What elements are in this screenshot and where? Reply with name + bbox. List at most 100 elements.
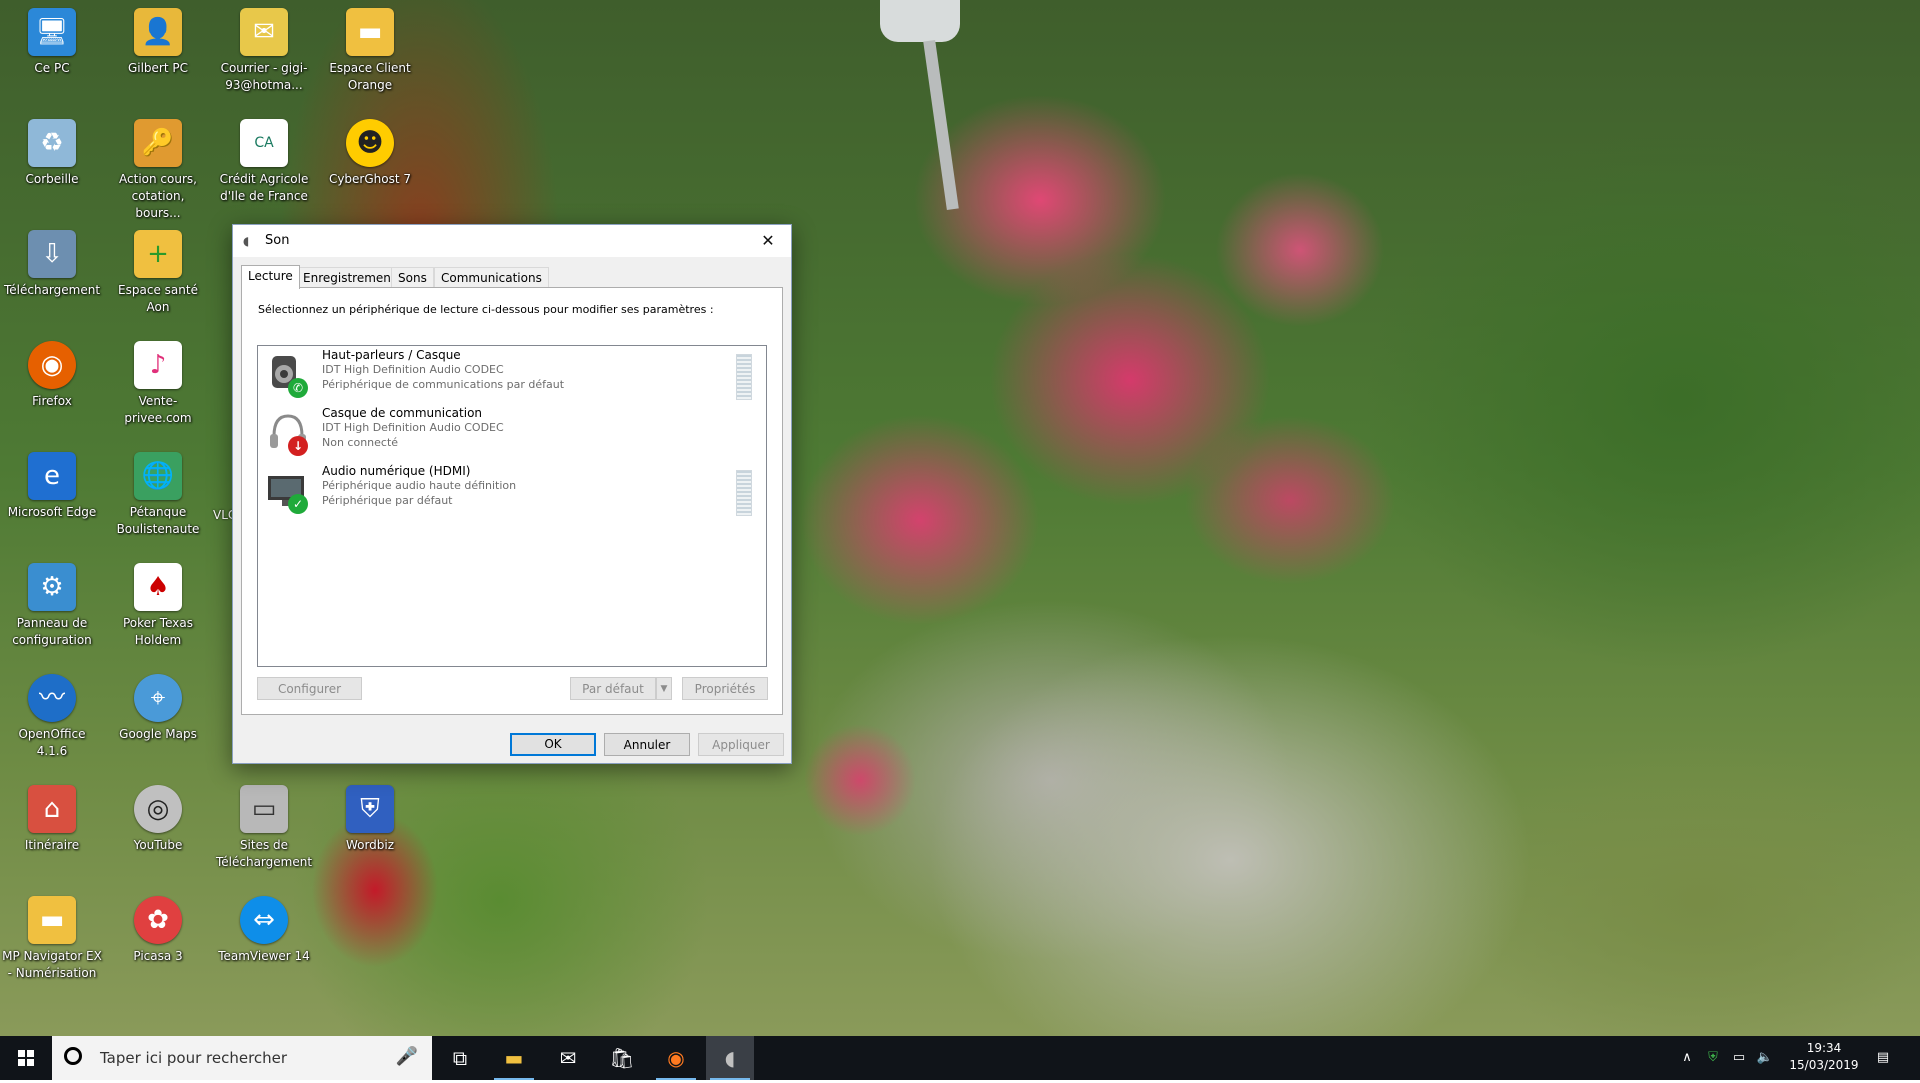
configure-button[interactable]: Configurer bbox=[257, 677, 362, 700]
file-explorer-icon[interactable]: ▬ bbox=[490, 1036, 538, 1080]
properties-button[interactable]: Propriétés bbox=[682, 677, 768, 700]
check-badge-icon: ✓ bbox=[288, 494, 308, 514]
desktop-icon-ce-pc[interactable]: 🖥 Ce PC bbox=[0, 0, 104, 104]
desktop-icon-espace-sante[interactable]: + Espace santé Aon bbox=[106, 222, 210, 326]
speaker-icon: ✆ bbox=[266, 352, 310, 398]
desktop-icon-picasa[interactable]: ✿ Picasa 3 bbox=[106, 888, 210, 992]
desktop-icon-poker[interactable]: ♠ Poker Texas Holdem bbox=[106, 555, 210, 659]
set-default-dropdown[interactable]: ▼ bbox=[656, 677, 672, 700]
solar-lamp bbox=[880, 0, 960, 42]
desktop-icon-telechargement[interactable]: ⇩ Téléchargement bbox=[0, 222, 104, 326]
sound-icon: ◖ bbox=[243, 234, 250, 248]
teamviewer-icon: ⇔ bbox=[240, 896, 288, 944]
tab-enregistrement[interactable]: Enregistrement bbox=[296, 267, 403, 288]
folder-icon: ▬ bbox=[28, 896, 76, 944]
desktop-icon-microsoft-edge[interactable]: e Microsoft Edge bbox=[0, 444, 104, 548]
desktop-icon-petanque[interactable]: 🌐 Pétanque Boulistenaute bbox=[106, 444, 210, 548]
device-name: Haut-parleurs / Casque bbox=[322, 348, 461, 362]
tab-lecture[interactable]: Lecture bbox=[241, 265, 300, 289]
ok-button[interactable]: OK bbox=[510, 733, 596, 756]
clock-date[interactable]: 15/03/2019 bbox=[1786, 1058, 1862, 1072]
chevron-up-icon[interactable]: ∧ bbox=[1676, 1036, 1698, 1080]
desktop-icon-vente-privee[interactable]: ♪ Vente-privee.com bbox=[106, 333, 210, 437]
desktop-icon-openoffice[interactable]: 〰 OpenOffice 4.1.6 bbox=[0, 666, 104, 770]
windows-logo-icon bbox=[18, 1050, 34, 1066]
desktop-icon-google-maps[interactable]: ⌖ Google Maps bbox=[106, 666, 210, 770]
instruction-text: Sélectionnez un périphérique de lecture … bbox=[258, 303, 714, 316]
openoffice-icon: 〰 bbox=[28, 674, 76, 722]
cards-icon: ♠ bbox=[134, 563, 182, 611]
desktop-icon-action-cours[interactable]: 🔑 Action cours, cotation, bours... bbox=[106, 111, 210, 220]
dialog-titlebar[interactable]: ◖ Son ✕ bbox=[233, 225, 791, 257]
sound-dialog: ◖ Son ✕ Lecture Enregistrement Sons Comm… bbox=[232, 224, 792, 764]
picasa-icon: ✿ bbox=[134, 896, 182, 944]
ghost-icon: ☻ bbox=[346, 119, 394, 167]
tab-communications[interactable]: Communications bbox=[434, 267, 549, 288]
task-view-icon[interactable]: ⧉ bbox=[436, 1036, 484, 1080]
device-driver: IDT High Definition Audio CODEC bbox=[322, 421, 504, 434]
search-box[interactable]: Taper ici pour rechercher 🎤 bbox=[52, 1036, 432, 1080]
cancel-button[interactable]: Annuler bbox=[604, 733, 690, 756]
shield-icon: ⛨ bbox=[346, 785, 394, 833]
device-item-audio-hdmi[interactable]: ✓ Audio numérique (HDMI) Périphérique au… bbox=[258, 462, 766, 520]
volume-icon[interactable]: 🔈 bbox=[1754, 1036, 1776, 1080]
drive-icon: ▭ bbox=[240, 785, 288, 833]
volume-meter bbox=[736, 470, 752, 516]
volume-meter bbox=[736, 354, 752, 400]
folder-plus-icon: + bbox=[134, 230, 182, 278]
mail-icon[interactable]: ✉ bbox=[544, 1036, 592, 1080]
desktop-icon-corbeille[interactable]: ♻ Corbeille bbox=[0, 111, 104, 215]
monitor-icon: ✓ bbox=[266, 468, 310, 514]
folder-icon: ▬ bbox=[346, 8, 394, 56]
desktop-icon-youtube[interactable]: ◎ YouTube bbox=[106, 777, 210, 881]
firefox-icon[interactable]: ◉ bbox=[652, 1036, 700, 1080]
device-driver: IDT High Definition Audio CODEC bbox=[322, 363, 504, 376]
search-input[interactable]: Taper ici pour rechercher bbox=[100, 1049, 287, 1067]
set-default-button[interactable]: Par défaut bbox=[570, 677, 656, 700]
clock-time[interactable]: 19:34 bbox=[1800, 1041, 1848, 1055]
disconnected-badge-icon: ↓ bbox=[288, 436, 308, 456]
device-item-casque-communication[interactable]: ↓ Casque de communication IDT High Defin… bbox=[258, 404, 766, 462]
desktop-icon-credit-agricole[interactable]: CA Crédit Agricole d'Ile de France bbox=[212, 111, 316, 215]
desktop-icon-espace-client-orange[interactable]: ▬ Espace Client Orange bbox=[318, 0, 422, 104]
device-status: Périphérique par défaut bbox=[322, 494, 453, 507]
device-name: Audio numérique (HDMI) bbox=[322, 464, 471, 478]
security-shield-icon[interactable]: ⛨ bbox=[1702, 1036, 1724, 1080]
device-list[interactable]: ✆ Haut-parleurs / Casque IDT High Defini… bbox=[257, 345, 767, 667]
store-icon[interactable]: 🛍 bbox=[598, 1036, 646, 1080]
key-icon: 🔑 bbox=[134, 119, 182, 167]
sound-settings-icon[interactable]: ◖ bbox=[706, 1036, 754, 1080]
desktop-icon-itineraire[interactable]: ⌂ Itinéraire bbox=[0, 777, 104, 881]
close-button[interactable]: ✕ bbox=[745, 225, 791, 257]
network-icon[interactable]: ▭ bbox=[1728, 1036, 1750, 1080]
phone-badge-icon: ✆ bbox=[288, 378, 308, 398]
device-item-haut-parleurs[interactable]: ✆ Haut-parleurs / Casque IDT High Defini… bbox=[258, 346, 766, 404]
mail-folder-icon: ✉ bbox=[240, 8, 288, 56]
microphone-icon[interactable]: 🎤 bbox=[396, 1046, 418, 1067]
user-folder-icon: 👤 bbox=[134, 8, 182, 56]
tab-sons[interactable]: Sons bbox=[391, 267, 434, 288]
tab-panel-lecture: Sélectionnez un périphérique de lecture … bbox=[241, 287, 783, 715]
desktop-icon-wordbiz[interactable]: ⛨ Wordbiz bbox=[318, 777, 422, 881]
desktop-icon-sites-telechargement[interactable]: ▭ Sites de Téléchargement bbox=[212, 777, 316, 881]
start-button[interactable] bbox=[0, 1036, 52, 1080]
download-icon: ⇩ bbox=[28, 230, 76, 278]
recycle-bin-icon: ♻ bbox=[28, 119, 76, 167]
desktop-icon-firefox[interactable]: ◉ Firefox bbox=[0, 333, 104, 437]
firefox-icon: ◉ bbox=[28, 341, 76, 389]
desktop-icon-mp-navigator[interactable]: ▬ MP Navigator EX - Numérisation bbox=[0, 888, 104, 992]
chevron-down-icon: ▼ bbox=[660, 684, 668, 694]
globe-icon: 🌐 bbox=[134, 452, 182, 500]
lamp-stem bbox=[923, 39, 959, 211]
apply-button[interactable]: Appliquer bbox=[698, 733, 784, 756]
desktop-icon-gilbert-pc[interactable]: 👤 Gilbert PC bbox=[106, 0, 210, 104]
desktop-icon-panneau-configuration[interactable]: ⚙ Panneau de configuration bbox=[0, 555, 104, 659]
device-name: Casque de communication bbox=[322, 406, 483, 420]
cortana-icon bbox=[64, 1047, 82, 1065]
action-center-icon[interactable]: ▤ bbox=[1868, 1036, 1898, 1080]
desktop-icon-teamviewer[interactable]: ⇔ TeamViewer 14 bbox=[212, 888, 316, 992]
device-status: Non connecté bbox=[322, 436, 399, 449]
desktop-icon-cyberghost[interactable]: ☻ CyberGhost 7 bbox=[318, 111, 422, 215]
desktop-icon-courrier[interactable]: ✉ Courrier - gigi-93@hotma... bbox=[212, 0, 316, 104]
control-panel-icon: ⚙ bbox=[28, 563, 76, 611]
